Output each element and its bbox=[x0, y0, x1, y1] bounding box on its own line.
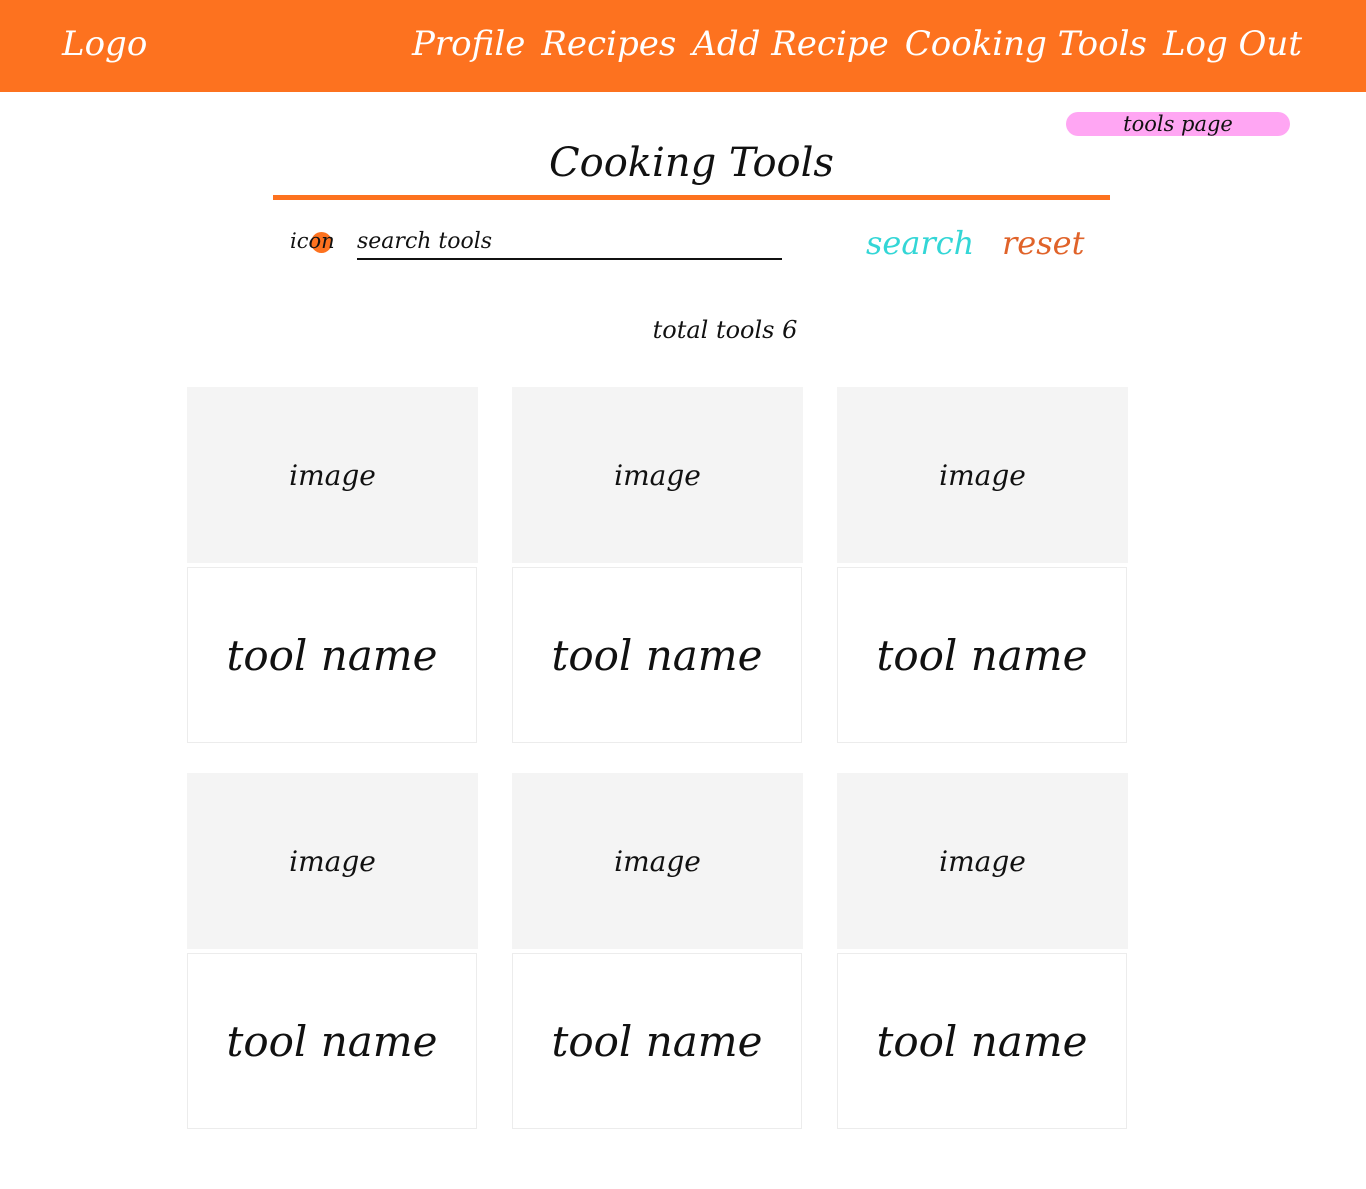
tool-card[interactable]: image tool name bbox=[512, 773, 804, 1129]
nav-item-add-recipe[interactable]: Add Recipe bbox=[692, 24, 888, 64]
tool-card[interactable]: image tool name bbox=[187, 773, 479, 1129]
main-nav: Profile Recipes Add Recipe Cooking Tools… bbox=[412, 24, 1302, 64]
tool-image: image bbox=[837, 773, 1128, 949]
nav-item-profile[interactable]: Profile bbox=[412, 24, 525, 64]
total-tools-count: total tools 6 bbox=[652, 316, 798, 344]
reset-button[interactable]: reset bbox=[1002, 224, 1084, 262]
tool-card[interactable]: image tool name bbox=[512, 387, 804, 743]
tool-image: image bbox=[837, 387, 1128, 563]
search-input[interactable] bbox=[357, 224, 782, 260]
nav-item-log-out[interactable]: Log Out bbox=[1163, 24, 1302, 64]
search-icon: icon bbox=[290, 228, 346, 256]
tool-name: tool name bbox=[187, 567, 477, 743]
nav-item-cooking-tools[interactable]: Cooking Tools bbox=[905, 24, 1147, 64]
page-tag: tools page bbox=[1066, 112, 1290, 136]
search-icon-label: icon bbox=[290, 229, 335, 253]
tool-name: tool name bbox=[837, 953, 1127, 1129]
top-navigation-bar: Logo Profile Recipes Add Recipe Cooking … bbox=[0, 0, 1366, 92]
nav-item-recipes[interactable]: Recipes bbox=[541, 24, 676, 64]
tool-card[interactable]: image tool name bbox=[837, 773, 1129, 1129]
tool-image: image bbox=[187, 387, 478, 563]
tool-image: image bbox=[512, 387, 803, 563]
page-title: Cooking Tools bbox=[549, 140, 834, 186]
tool-name: tool name bbox=[187, 953, 477, 1129]
search-button[interactable]: search bbox=[866, 224, 974, 262]
logo[interactable]: Logo bbox=[62, 24, 147, 64]
title-divider bbox=[273, 195, 1110, 200]
tool-card[interactable]: image tool name bbox=[187, 387, 479, 743]
tool-card[interactable]: image tool name bbox=[837, 387, 1129, 743]
tool-name: tool name bbox=[512, 567, 802, 743]
tool-name: tool name bbox=[512, 953, 802, 1129]
tool-image: image bbox=[187, 773, 478, 949]
tool-name: tool name bbox=[837, 567, 1127, 743]
tool-image: image bbox=[512, 773, 803, 949]
